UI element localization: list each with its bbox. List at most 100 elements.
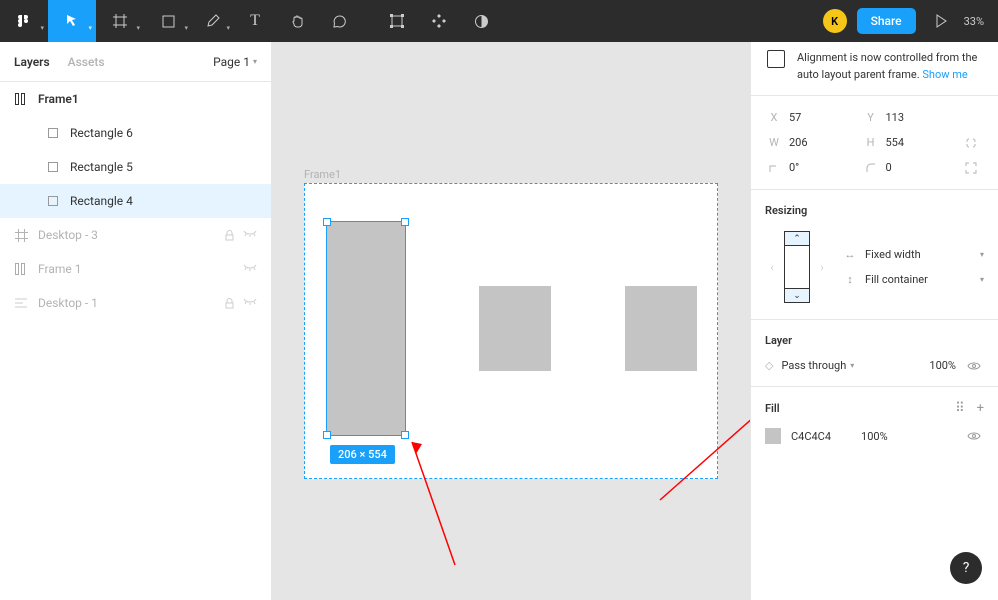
eye-icon: [967, 361, 981, 371]
hidden-icon[interactable]: [243, 298, 257, 308]
layer-row-frame1[interactable]: Frame1: [0, 82, 271, 116]
help-button[interactable]: ?: [950, 552, 982, 584]
option-label: Fixed width: [865, 248, 921, 261]
independent-corners-button[interactable]: [958, 162, 984, 174]
layer-label: Desktop - 3: [38, 228, 98, 242]
constrain-proportions-button[interactable]: [958, 137, 984, 149]
resize-top-handle[interactable]: ⌃: [785, 232, 809, 246]
fill-hex-input[interactable]: C4C4C4: [791, 430, 831, 443]
frame-list-icon: [14, 298, 28, 309]
resize-handle[interactable]: [401, 218, 409, 226]
layer-row-desktop-1[interactable]: Desktop - 1: [0, 286, 271, 320]
frame-icon: [113, 14, 127, 28]
tab-layers[interactable]: Layers: [14, 55, 50, 69]
main-menu-button[interactable]: ▾: [0, 0, 48, 42]
resize-bottom-handle[interactable]: ⌄: [785, 288, 809, 302]
layer-opacity-input[interactable]: 100%: [912, 359, 956, 372]
fill-container-option[interactable]: ↕ Fill container ▾: [843, 273, 984, 286]
resize-handle[interactable]: [323, 218, 331, 226]
layer-label: Rectangle 6: [70, 126, 133, 140]
w-label: W: [765, 136, 783, 149]
edit-object-icon: [390, 14, 404, 28]
style-picker-button[interactable]: ⠿: [955, 401, 967, 416]
component-button[interactable]: [418, 0, 460, 42]
fill-visibility-toggle[interactable]: [964, 431, 984, 441]
zoom-level[interactable]: 33%: [958, 15, 998, 28]
rectangle-icon: [162, 15, 175, 28]
user-avatar[interactable]: K: [823, 9, 847, 33]
layer-row-rectangle-6[interactable]: Rectangle 6: [0, 116, 271, 150]
radius-input[interactable]: 0: [884, 158, 955, 177]
chevron-down-icon: ▾: [980, 250, 984, 259]
resize-handle[interactable]: [323, 431, 331, 439]
show-me-link[interactable]: Show me: [922, 68, 967, 81]
h-label: H: [862, 136, 880, 149]
comment-tool-button[interactable]: [318, 0, 360, 42]
comment-icon: [332, 14, 347, 29]
x-input[interactable]: 57: [787, 108, 858, 127]
resize-handle[interactable]: [401, 431, 409, 439]
mask-icon: [474, 14, 489, 29]
canvas-rectangle-6[interactable]: [625, 286, 697, 371]
chevron-down-icon: ▾: [136, 24, 140, 32]
hidden-icon[interactable]: [243, 230, 257, 240]
resize-right-handle[interactable]: ›: [815, 229, 829, 305]
rotation-input[interactable]: 0°: [787, 158, 858, 177]
left-tabs: Layers Assets Page 1 ▾: [0, 42, 271, 82]
lock-icon[interactable]: [224, 230, 235, 241]
layer-row-rectangle-4[interactable]: Rectangle 4: [0, 184, 271, 218]
layer-row-desktop-3[interactable]: Desktop - 3: [0, 218, 271, 252]
y-input[interactable]: 113: [884, 108, 955, 127]
hidden-icon[interactable]: [243, 264, 257, 274]
fixed-width-option[interactable]: ↔ Fixed width ▾: [843, 248, 984, 261]
fill-swatch[interactable]: [765, 428, 781, 444]
frame-label[interactable]: Frame1: [304, 168, 341, 181]
x-label: X: [765, 111, 783, 124]
move-tool-button[interactable]: ▾: [48, 0, 96, 42]
rectangle-icon: [46, 196, 60, 206]
pen-icon: [206, 14, 220, 28]
add-fill-button[interactable]: +: [977, 401, 984, 416]
fill-opacity-input[interactable]: 100%: [861, 430, 888, 443]
present-button[interactable]: [924, 0, 958, 42]
cursor-icon: [65, 14, 79, 28]
text-tool-button[interactable]: T: [234, 0, 276, 42]
resizing-section: Resizing ‹ ⌃ ⌄ › ↔ Fixed width ▾ ↕ Fill …: [751, 190, 998, 320]
layer-label: Rectangle 4: [70, 194, 133, 208]
play-icon: [935, 14, 947, 28]
text-icon: T: [250, 12, 260, 30]
shape-tool-button[interactable]: ▾: [144, 0, 192, 42]
canvas-rectangle-4[interactable]: [327, 222, 405, 435]
chevron-down-icon: ▾: [850, 361, 854, 370]
layer-row-rectangle-5[interactable]: Rectangle 5: [0, 150, 271, 184]
w-input[interactable]: 206: [787, 133, 858, 152]
fill-title: Fill: [765, 402, 780, 415]
h-input[interactable]: 554: [884, 133, 955, 152]
info-icon: [767, 50, 785, 68]
layer-label: Desktop - 1: [38, 296, 98, 310]
canvas-frame[interactable]: [304, 183, 718, 479]
edit-object-button[interactable]: [376, 0, 418, 42]
chevron-down-icon: ▾: [226, 24, 230, 32]
pen-tool-button[interactable]: ▾: [192, 0, 234, 42]
hand-tool-button[interactable]: [276, 0, 318, 42]
lock-icon[interactable]: [224, 298, 235, 309]
frame-tool-button[interactable]: ▾: [96, 0, 144, 42]
top-toolbar: ▾ ▾ ▾ ▾ ▾ T K Share 33%: [0, 0, 998, 42]
share-button[interactable]: Share: [857, 8, 916, 34]
resizing-title: Resizing: [765, 204, 984, 217]
layer-title: Layer: [765, 334, 984, 347]
tab-assets[interactable]: Assets: [68, 55, 105, 69]
page-selector[interactable]: Page 1 ▾: [213, 55, 257, 69]
blend-mode-select[interactable]: Pass through ▾: [781, 359, 904, 372]
mask-button[interactable]: [460, 0, 502, 42]
canvas-rectangle-5[interactable]: [479, 286, 551, 371]
resize-left-handle[interactable]: ‹: [765, 229, 779, 305]
resize-widget[interactable]: ‹ ⌃ ⌄ ›: [765, 229, 829, 305]
chevron-down-icon: ▾: [88, 24, 92, 32]
left-panel: Layers Assets Page 1 ▾ Frame1 Rectangle …: [0, 42, 272, 600]
visibility-toggle[interactable]: [964, 361, 984, 371]
chevron-down-icon: ▾: [980, 275, 984, 284]
rectangle-icon: [46, 128, 60, 138]
layer-row-frame-1[interactable]: Frame 1: [0, 252, 271, 286]
